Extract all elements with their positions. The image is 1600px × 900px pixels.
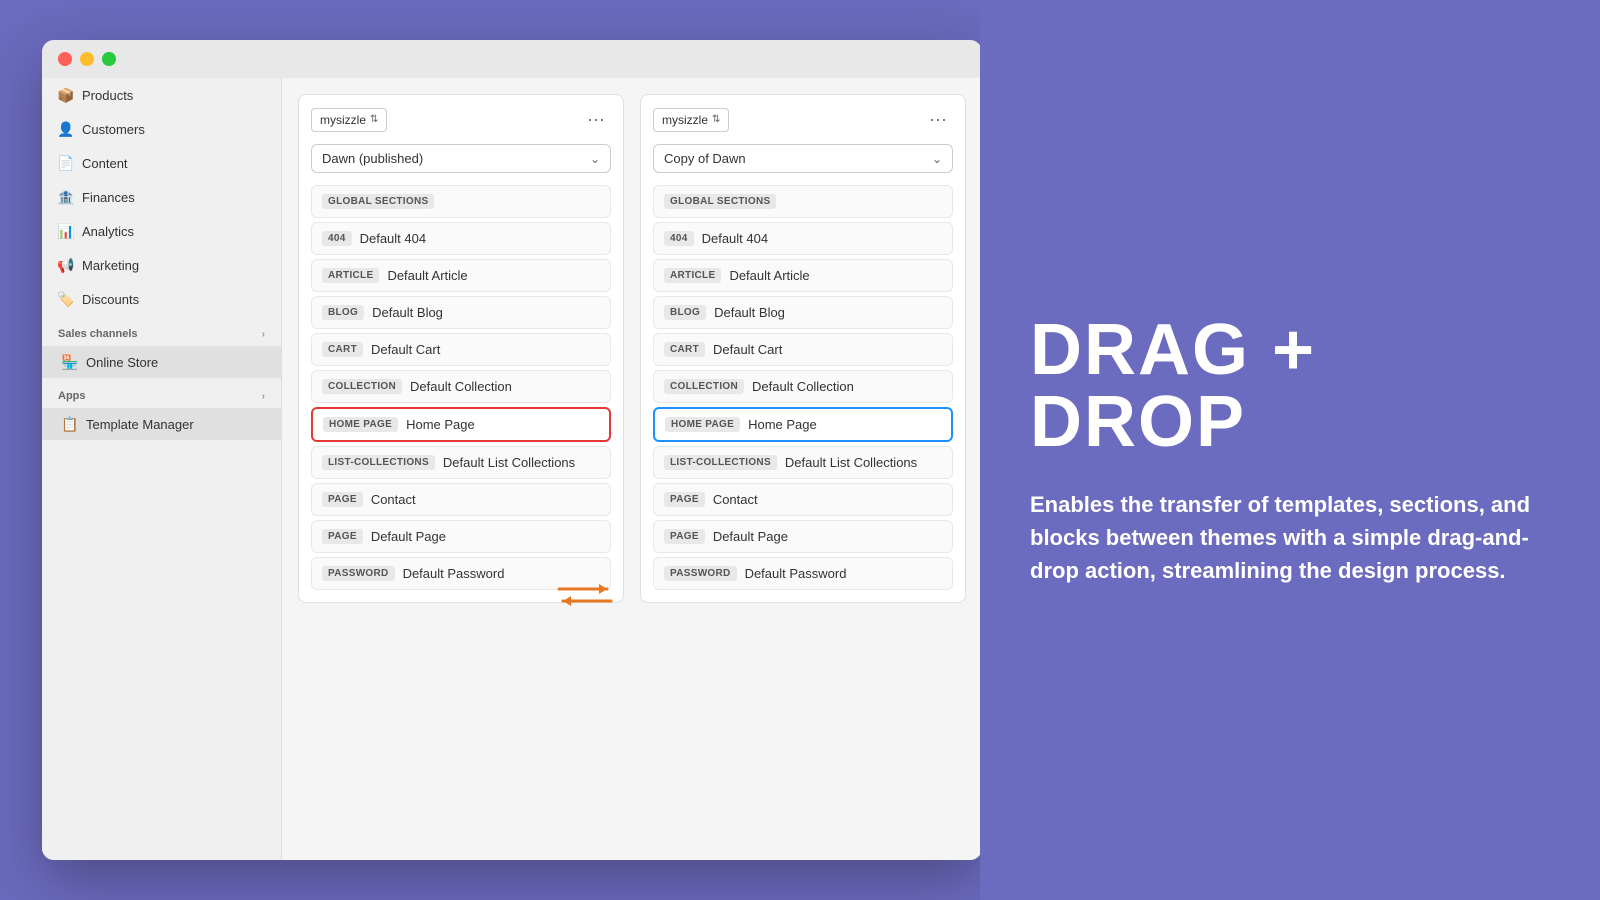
left-theme-header: mysizzle ⇅ ··· [311,107,611,132]
left-row-cart[interactable]: CART Default Cart [311,333,611,366]
customers-icon: 👤 [58,121,74,137]
right-theme-select[interactable]: Copy of Dawn ⌄ [653,144,953,173]
right-row-default-page[interactable]: PAGE Default Page [653,520,953,553]
drag-arrows-overlay [555,577,615,613]
products-icon: 📦 [58,87,74,103]
drag-drop-title: DRAG + DROP [1030,314,1550,458]
right-row-homepage[interactable]: HOME PAGE Home Page [653,407,953,442]
marketing-icon: 📢 [58,257,74,273]
sidebar-item-discounts[interactable]: 🏷️ Discounts [42,282,281,316]
sidebar-item-online-store[interactable]: 🏪 Online Store [42,346,281,378]
analytics-icon: 📊 [58,223,74,239]
right-row-article[interactable]: ARTICLE Default Article [653,259,953,292]
store-badge-arrow: ⇅ [370,114,378,125]
maximize-dot[interactable] [102,52,116,66]
left-more-button[interactable]: ··· [581,107,611,132]
left-theme-column: mysizzle ⇅ ··· Dawn (published) ⌄ GLOBAL… [298,94,624,603]
left-row-default-page[interactable]: PAGE Default Page [311,520,611,553]
right-theme-header: mysizzle ⇅ ··· [653,107,953,132]
right-more-button[interactable]: ··· [923,107,953,132]
right-row-list-collections[interactable]: LIST-COLLECTIONS Default List Collection… [653,446,953,479]
left-row-homepage[interactable]: HOME PAGE Home Page [311,407,611,442]
right-row-collection[interactable]: COLLECTION Default Collection [653,370,953,403]
right-row-404[interactable]: 404 Default 404 [653,222,953,255]
right-theme-column: mysizzle ⇅ ··· Copy of Dawn ⌄ GLOBAL SEC… [640,94,966,603]
right-template-list: GLOBAL SECTIONS 404 Default 404 ARTICLE … [653,185,953,590]
themes-grid: mysizzle ⇅ ··· Dawn (published) ⌄ GLOBAL… [298,94,966,603]
apps-header: Apps › [42,378,281,408]
left-row-404[interactable]: 404 Default 404 [311,222,611,255]
sidebar-item-products[interactable]: 📦 Products [42,78,281,112]
main-content: mysizzle ⇅ ··· Dawn (published) ⌄ GLOBAL… [282,78,982,860]
left-row-blog[interactable]: BLOG Default Blog [311,296,611,329]
apps-chevron-icon: › [262,391,265,402]
right-row-global[interactable]: GLOBAL SECTIONS [653,185,953,218]
close-dot[interactable] [58,52,72,66]
minimize-dot[interactable] [80,52,94,66]
left-row-collection[interactable]: COLLECTION Default Collection [311,370,611,403]
right-row-password[interactable]: PASSWORD Default Password [653,557,953,590]
left-theme-select[interactable]: Dawn (published) ⌄ [311,144,611,173]
right-store-badge-arrow: ⇅ [712,114,720,125]
drag-drop-description: Enables the transfer of templates, secti… [1030,488,1550,587]
right-panel: DRAG + DROP Enables the transfer of temp… [980,0,1600,900]
template-manager-icon: 📋 [62,416,78,432]
browser-chrome [42,40,982,78]
discounts-icon: 🏷️ [58,291,74,307]
right-row-blog[interactable]: BLOG Default Blog [653,296,953,329]
right-select-arrow-icon: ⌄ [932,152,942,166]
right-store-badge[interactable]: mysizzle ⇅ [653,108,729,132]
left-template-list: GLOBAL SECTIONS 404 Default 404 ARTICLE … [311,185,611,590]
left-row-list-collections[interactable]: LIST-COLLECTIONS Default List Collection… [311,446,611,479]
sidebar-item-finances[interactable]: 🏦 Finances [42,180,281,214]
sidebar-item-customers[interactable]: 👤 Customers [42,112,281,146]
sidebar-item-template-manager[interactable]: 📋 Template Manager [42,408,281,440]
finances-icon: 🏦 [58,189,74,205]
chevron-icon: › [262,329,265,340]
sales-channels-header: Sales channels › [42,316,281,346]
left-select-arrow-icon: ⌄ [590,152,600,166]
content-icon: 📄 [58,155,74,171]
browser-body: 📦 Products 👤 Customers 📄 Content 🏦 Finan… [42,78,982,860]
right-row-contact[interactable]: PAGE Contact [653,483,953,516]
sidebar: 📦 Products 👤 Customers 📄 Content 🏦 Finan… [42,78,282,860]
sidebar-item-marketing[interactable]: 📢 Marketing [42,248,281,282]
left-row-contact[interactable]: PAGE Contact [311,483,611,516]
left-row-global[interactable]: GLOBAL SECTIONS [311,185,611,218]
left-store-badge[interactable]: mysizzle ⇅ [311,108,387,132]
browser-window: 📦 Products 👤 Customers 📄 Content 🏦 Finan… [42,40,982,860]
right-row-cart[interactable]: CART Default Cart [653,333,953,366]
online-store-icon: 🏪 [62,354,78,370]
sidebar-item-content[interactable]: 📄 Content [42,146,281,180]
sidebar-item-analytics[interactable]: 📊 Analytics [42,214,281,248]
left-row-article[interactable]: ARTICLE Default Article [311,259,611,292]
